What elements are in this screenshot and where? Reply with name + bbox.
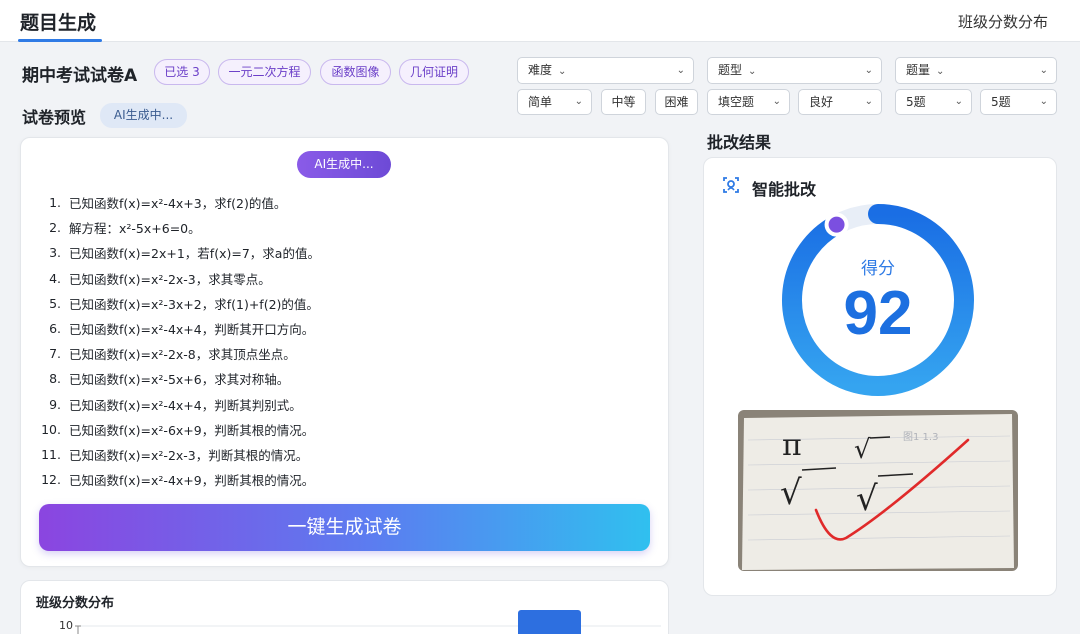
chevron-down-icon: ⌄ — [1039, 96, 1048, 107]
quantity-value-1: 5题 — [906, 95, 926, 109]
chevron-down-icon: ⌄ — [772, 96, 781, 107]
question-text: 已知函数f(x)=x²-3x+2，求f(1)+f(2)的值。 — [69, 296, 319, 312]
tag-selected-count[interactable]: 已选 3 — [154, 59, 210, 85]
chevron-down-icon: ⌄ — [864, 65, 873, 76]
smart-grading-icon — [723, 177, 739, 193]
question-text: 已知函数f(x)=x²-4x+9，判断其根的情况。 — [69, 473, 315, 489]
question-text: 已知函数f(x)=x²-5x+6，求其对称轴。 — [69, 372, 290, 388]
ai-status-chip: AI生成中... — [100, 103, 187, 128]
chevron-down-icon: ⌄ — [936, 66, 945, 77]
nav-tab-question-generation[interactable]: 题目生成 — [20, 8, 96, 42]
question-text: 已知函数f(x)=x²-4x+4，判断其开口方向。 — [69, 322, 315, 338]
class-distribution-card: 班级分数分布 10 — [20, 580, 669, 634]
quantity-select-1[interactable]: 5题 ⌄ — [895, 89, 972, 115]
top-nav: 题目生成 班级分数分布 — [0, 0, 1080, 42]
faint-text: 图1 1.3 — [903, 431, 938, 443]
handwritten-sqrt-2: √ — [780, 473, 802, 513]
chevron-down-icon: ⌄ — [1039, 65, 1048, 76]
question-text: 已知函数f(x)=x²-2x-3，判断其根的情况。 — [69, 447, 309, 463]
difficulty-select[interactable]: 难度 ⌄ ⌄ — [517, 57, 694, 84]
fill-blank-value: 填空题 — [718, 95, 755, 109]
question-text: 已知函数f(x)=x²-4x+3，求f(2)的值。 — [69, 196, 287, 212]
quality-value: 良好 — [809, 95, 834, 109]
question-item: 6. 已知函数f(x)=x²-4x+4，判断其开口方向。 — [39, 316, 639, 341]
question-text: 已知函数f(x)=x²-2x-8，求其顶点坐点。 — [69, 347, 296, 363]
graded-answer-photo: 图1 1.3 π √ √ √ — [738, 410, 1018, 571]
handwritten-sqrt-3: √ — [856, 479, 878, 519]
fill-blank-select[interactable]: 填空题 ⌄ — [707, 89, 790, 115]
quantity-value-2: 5题 — [991, 95, 1011, 109]
question-number: 5. — [49, 295, 61, 311]
question-number: 6. — [49, 321, 61, 337]
chevron-down-icon: ⌄ — [954, 96, 963, 107]
question-text: 解方程：x²-5x+6=0。 — [69, 221, 201, 237]
question-number: 4. — [49, 270, 61, 286]
question-item: 12. 已知函数f(x)=x²-4x+9，判断其根的情况。 — [39, 467, 639, 492]
quantity-select-label: 题量 — [906, 63, 931, 77]
preview-title: 试卷预览 — [22, 108, 87, 127]
question-number: 2. — [49, 220, 61, 236]
exam-title: 期中考试试卷A — [22, 66, 138, 86]
question-item: 3. 已知函数f(x)=2x+1，若f(x)=7，求a的值。 — [39, 240, 639, 265]
question-number: 3. — [49, 245, 61, 261]
generate-paper-button[interactable]: 一键生成试卷 — [39, 504, 650, 551]
question-item: 5. 已知函数f(x)=x²-3x+2，求f(1)+f(2)的值。 — [39, 291, 639, 316]
question-item: 8. 已知函数f(x)=x²-5x+6，求其对称轴。 — [39, 366, 639, 391]
difficulty-level-select[interactable]: 简单 ⌄ — [517, 89, 592, 115]
score-value: 92 — [843, 279, 913, 348]
question-text: 已知函数f(x)=x²-6x+9，判断其根的情况。 — [69, 422, 315, 438]
question-number: 11. — [41, 446, 61, 462]
question-text: 已知函数f(x)=x²-4x+4，判断其判别式。 — [69, 397, 302, 413]
difficulty-hard-button[interactable]: 困难 — [655, 89, 698, 115]
generating-status-pill: AI生成中... — [297, 151, 391, 178]
tag-quadratic[interactable]: 一元二次方程 — [218, 59, 311, 85]
question-type-select[interactable]: 题型 ⌄ ⌄ — [707, 57, 882, 84]
question-item: 7. 已知函数f(x)=x²-2x-8，求其顶点坐点。 — [39, 341, 639, 366]
handwritten-sqrt-1: √ — [854, 435, 871, 465]
difficulty-select-label: 难度 — [528, 63, 553, 77]
question-type-select-label: 题型 — [718, 63, 743, 77]
chevron-down-icon: ⌄ — [558, 66, 567, 77]
active-tab-indicator — [18, 39, 102, 42]
question-item: 11. 已知函数f(x)=x²-2x-3，判断其根的情况。 — [39, 442, 639, 467]
smart-grading-title: 智能批改 — [752, 180, 817, 199]
question-number: 1. — [49, 195, 61, 211]
difficulty-medium-button[interactable]: 中等 — [601, 89, 646, 115]
tag-function-graph[interactable]: 函数图像 — [320, 59, 391, 85]
question-number: 8. — [49, 371, 61, 387]
grading-card: 智能批改 得分 92 图1 1.3 π √ √ √ — [703, 157, 1057, 596]
question-text: 已知函数f(x)=2x+1，若f(x)=7，求a的值。 — [69, 246, 320, 262]
quantity-select-2[interactable]: 5题 ⌄ — [980, 89, 1057, 115]
question-item: 9. 已知函数f(x)=x²-4x+4，判断其判别式。 — [39, 392, 639, 417]
score-label: 得分 — [861, 259, 895, 279]
tag-geometry-proof[interactable]: 几何证明 — [399, 59, 469, 85]
answer-sheet-image: 图1 1.3 π √ √ √ — [738, 410, 1018, 571]
distribution-bar — [518, 610, 581, 634]
quantity-select[interactable]: 题量 ⌄ ⌄ — [895, 57, 1057, 84]
question-list: 1. 已知函数f(x)=x²-4x+3，求f(2)的值。 2. 解方程：x²-5x+6… — [39, 190, 639, 492]
difficulty-level-value: 简单 — [528, 95, 553, 109]
distribution-chart — [75, 610, 661, 634]
question-number: 7. — [49, 346, 61, 362]
question-item: 1. 已知函数f(x)=x²-4x+3，求f(2)的值。 — [39, 190, 639, 215]
question-item: 2. 解方程：x²-5x+6=0。 — [39, 215, 639, 240]
chevron-down-icon: ⌄ — [748, 66, 757, 77]
question-preview-card: AI生成中... 1. 已知函数f(x)=x²-4x+3，求f(2)的值。 2. 解方… — [20, 137, 669, 567]
question-item: 10. 已知函数f(x)=x²-6x+9，判断其根的情况。 — [39, 417, 639, 442]
nav-link-class-distribution[interactable]: 班级分数分布 — [958, 11, 1048, 32]
chevron-down-icon: ⌄ — [676, 65, 685, 76]
question-number: 12. — [41, 472, 61, 488]
chevron-down-icon: ⌄ — [574, 96, 583, 107]
question-number: 9. — [49, 396, 61, 412]
handwritten-pi: π — [782, 428, 802, 463]
chevron-down-icon: ⌄ — [864, 96, 873, 107]
grading-section-title: 批改结果 — [707, 133, 772, 152]
question-text: 已知函数f(x)=x²-2x-3，求其零点。 — [69, 271, 271, 287]
question-number: 10. — [41, 421, 61, 437]
gauge-knob — [824, 212, 849, 237]
quality-select[interactable]: 良好 ⌄ — [798, 89, 882, 115]
question-item: 4. 已知函数f(x)=x²-2x-3，求其零点。 — [39, 266, 639, 291]
